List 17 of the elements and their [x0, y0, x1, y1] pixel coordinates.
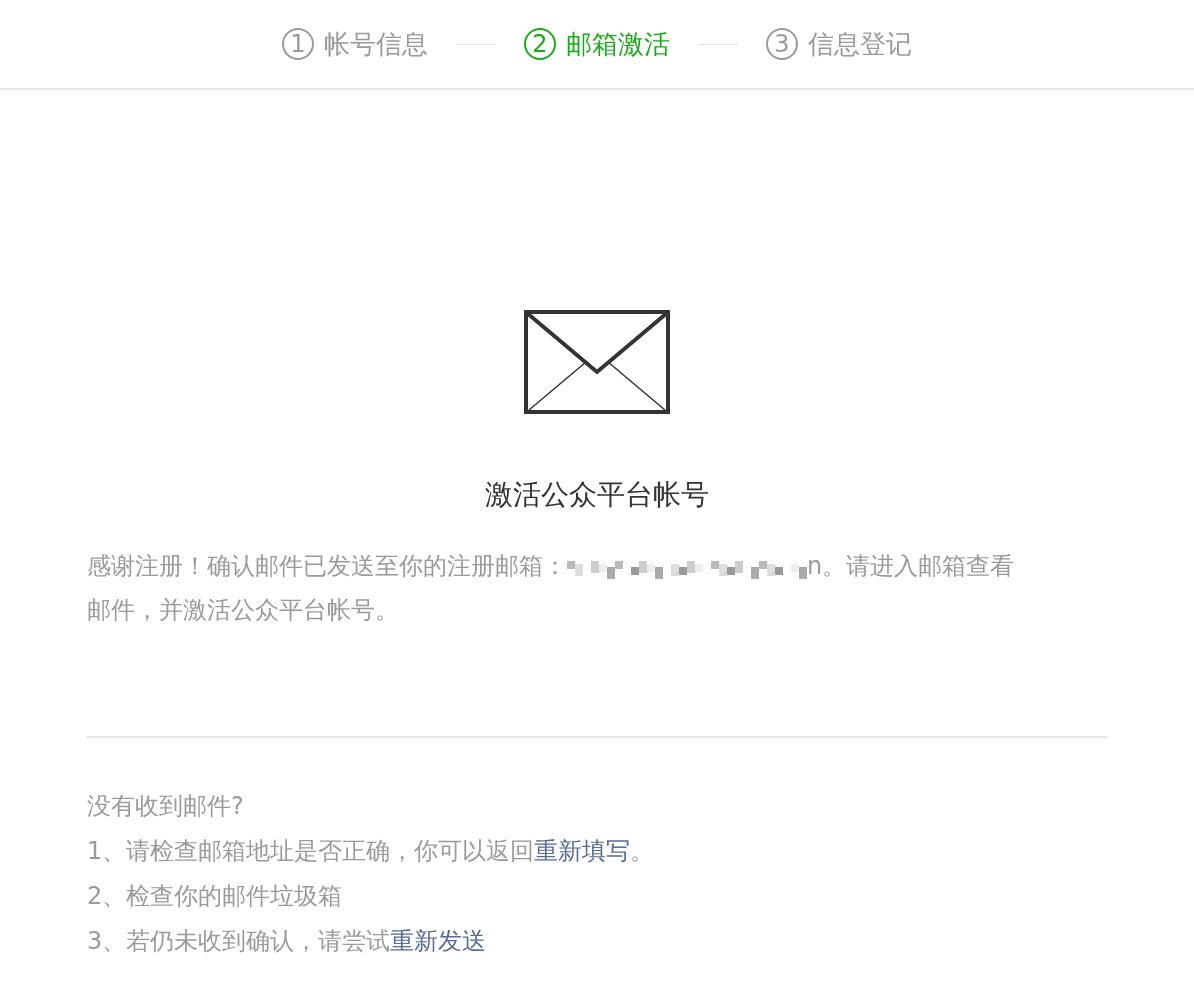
help-heading: 没有收到邮件?: [87, 791, 245, 822]
help-text: 2、检查你的邮件垃圾箱: [87, 881, 344, 912]
page-title: 激活公众平台帐号: [484, 477, 710, 513]
confirmation-text: 感谢注册！确认邮件已发送至你的注册邮箱：: [87, 552, 567, 580]
help-text: 1、请检查邮箱地址是否正确，你可以返回重新填写。: [87, 836, 656, 867]
step-number: 1: [282, 28, 314, 60]
link[interactable]: 重新填写: [534, 837, 631, 865]
step-label: 帐号信息: [324, 27, 428, 61]
step-number: 2: [524, 28, 556, 60]
step-label: 信息登记: [808, 27, 912, 61]
confirmation-text: n。请进入邮箱查看: [807, 552, 1015, 580]
link[interactable]: 重新发送: [390, 927, 487, 955]
step-number: 3: [766, 28, 798, 60]
envelope-icon: [524, 310, 670, 414]
step-label: 邮箱激活: [566, 27, 670, 61]
help-text: 3、若仍未收到确认，请尝试重新发送: [87, 926, 488, 957]
confirmation-text: 邮件，并激活公众平台帐号。: [87, 596, 399, 624]
